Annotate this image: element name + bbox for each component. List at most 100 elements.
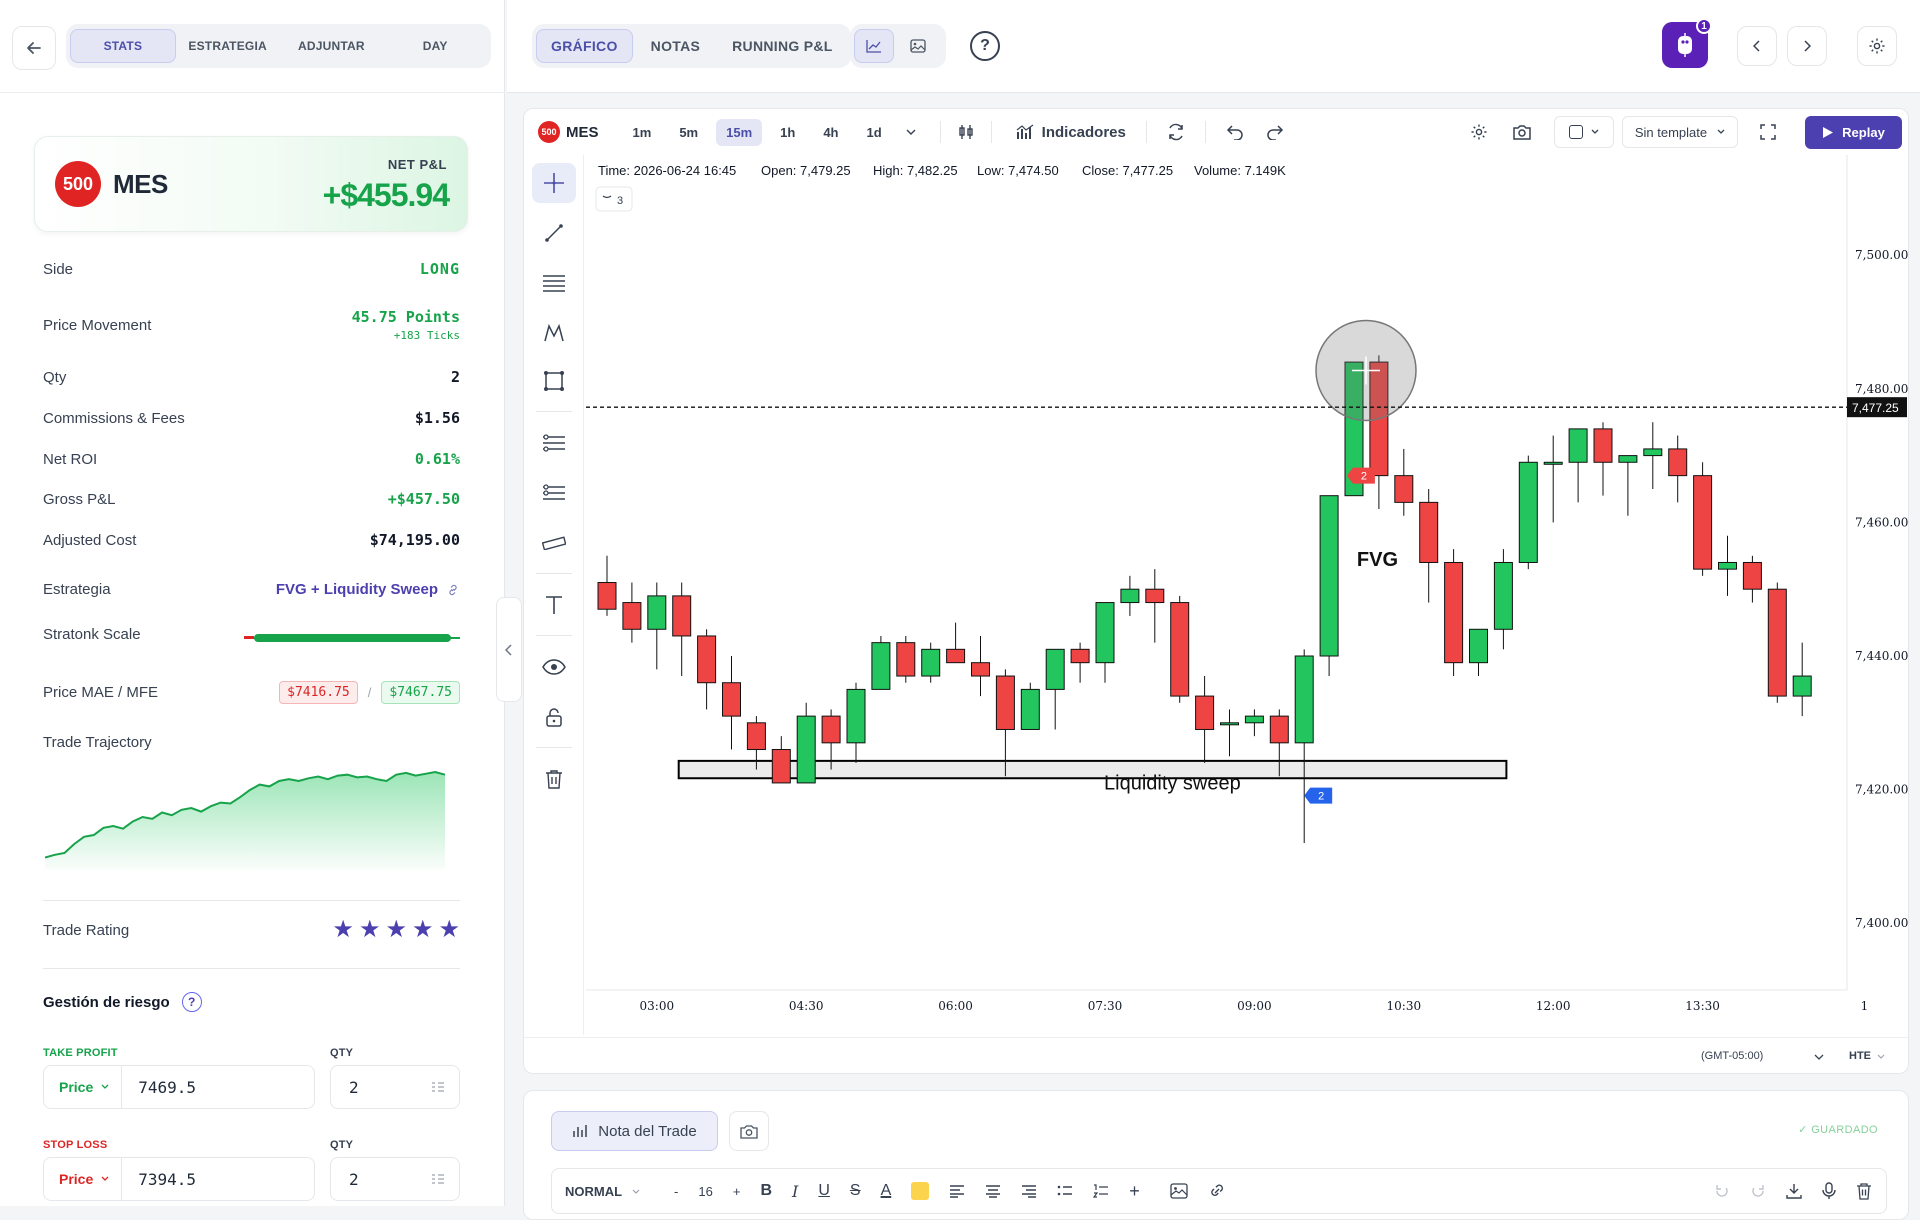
bot-button[interactable]: 1 bbox=[1662, 18, 1712, 68]
star-icon[interactable]: ★ bbox=[438, 918, 460, 942]
star-icon[interactable]: ★ bbox=[412, 918, 434, 942]
font-size-decrease[interactable]: - bbox=[674, 1184, 678, 1199]
line-chart-mode-button[interactable] bbox=[854, 29, 894, 63]
tab-day[interactable]: DAY bbox=[383, 29, 487, 63]
timeframe-list: 1m 5m 15m 1h 4h 1d bbox=[623, 118, 892, 146]
next-trade-button[interactable] bbox=[1787, 26, 1827, 66]
chevron-down-icon[interactable] bbox=[1814, 1054, 1824, 1060]
highlight-color-button[interactable] bbox=[911, 1182, 930, 1200]
star-icon[interactable]: ★ bbox=[359, 918, 381, 942]
undo-icon[interactable] bbox=[1226, 124, 1244, 140]
y-tick-label: 7,440.00 bbox=[1855, 649, 1908, 663]
link-icon[interactable] bbox=[1208, 1182, 1226, 1200]
timeframe-15m[interactable]: 15m bbox=[716, 118, 763, 146]
star-icon[interactable]: ★ bbox=[332, 918, 354, 942]
trade-note-button[interactable]: Nota del Trade bbox=[551, 1111, 718, 1151]
indicator-collapse-chip[interactable] bbox=[595, 186, 633, 212]
row-strategy: Estrategia FVG + Liquidity Sweep bbox=[43, 581, 460, 598]
candle-body bbox=[1643, 448, 1663, 457]
entry-marker-count: 2 bbox=[1318, 791, 1324, 803]
ohlc-close: Close: 7,477.25 bbox=[1082, 163, 1173, 178]
numbered-list-icon[interactable] bbox=[1093, 1184, 1109, 1198]
qty-value: 2 bbox=[450, 368, 460, 386]
candle-body bbox=[722, 682, 741, 717]
timeframe-1d[interactable]: 1d bbox=[856, 119, 891, 146]
session-select[interactable]: HTE bbox=[1849, 1050, 1885, 1062]
tp-qty-field[interactable]: 2 bbox=[330, 1065, 460, 1109]
chart-symbol[interactable]: 500 MES bbox=[538, 121, 599, 143]
star-icon[interactable]: ★ bbox=[385, 918, 407, 942]
sl-qty-value: 2 bbox=[349, 1169, 359, 1189]
tab-grafico[interactable]: GRÁFICO bbox=[536, 29, 633, 63]
settings-button[interactable] bbox=[1857, 26, 1897, 66]
microphone-icon[interactable] bbox=[1822, 1182, 1836, 1200]
candle-body bbox=[1070, 648, 1090, 664]
candle-body bbox=[1469, 628, 1488, 664]
tab-notas[interactable]: NOTAS bbox=[637, 29, 714, 63]
bold-button[interactable]: B bbox=[760, 1182, 772, 1200]
candle-body bbox=[1170, 602, 1190, 697]
strategy-link[interactable]: FVG + Liquidity Sweep bbox=[276, 581, 460, 598]
back-button[interactable] bbox=[12, 26, 56, 70]
note-screenshot-button[interactable] bbox=[729, 1111, 769, 1151]
strikethrough-button[interactable]: S bbox=[850, 1182, 861, 1200]
indicators-button[interactable]: Indicadores bbox=[1016, 124, 1126, 141]
chevron-right-icon bbox=[1804, 40, 1811, 52]
collapse-panel-button[interactable] bbox=[496, 597, 522, 702]
sl-qty-field[interactable]: 2 bbox=[330, 1157, 460, 1201]
help-icon[interactable]: ? bbox=[181, 992, 202, 1012]
tp-price-input[interactable]: 7469.5 bbox=[122, 1078, 196, 1097]
help-button[interactable]: ? bbox=[970, 31, 1000, 61]
align-center-icon[interactable] bbox=[985, 1184, 1001, 1198]
trash-icon[interactable] bbox=[1856, 1182, 1872, 1200]
camera-icon[interactable] bbox=[1512, 123, 1532, 141]
image-icon[interactable] bbox=[1170, 1183, 1188, 1199]
undo-icon[interactable] bbox=[1714, 1183, 1730, 1199]
download-icon[interactable] bbox=[1786, 1183, 1802, 1199]
redo-icon[interactable] bbox=[1750, 1183, 1766, 1199]
insert-button[interactable]: + bbox=[1129, 1181, 1140, 1202]
trade-trajectory-chart bbox=[45, 770, 446, 870]
tab-adjuntar[interactable]: ADJUNTAR bbox=[280, 29, 384, 63]
redo-icon[interactable] bbox=[1266, 124, 1284, 140]
tp-mode-select[interactable]: Price bbox=[44, 1066, 123, 1108]
tab-stats[interactable]: STATS bbox=[70, 29, 176, 63]
chart-settings-icon[interactable] bbox=[1470, 123, 1488, 141]
align-right-icon[interactable] bbox=[1021, 1184, 1037, 1198]
image-mode-button[interactable] bbox=[898, 29, 938, 63]
prev-trade-button[interactable] bbox=[1737, 26, 1777, 66]
candle bbox=[896, 635, 916, 683]
timeframe-4h[interactable]: 4h bbox=[813, 119, 848, 146]
ohlc-low: Low: 7,474.50 bbox=[977, 163, 1059, 178]
trade-rating-stars[interactable]: ★ ★ ★ ★ ★ bbox=[332, 918, 460, 942]
timeframe-5m[interactable]: 5m bbox=[669, 119, 708, 146]
mfe-value: $7467.75 bbox=[381, 681, 460, 704]
align-left-icon[interactable] bbox=[949, 1184, 965, 1198]
notification-count: 1 bbox=[1696, 18, 1712, 34]
replay-button[interactable]: Replay bbox=[1805, 116, 1902, 149]
text-style-select[interactable]: NORMAL bbox=[565, 1184, 640, 1199]
font-size-increase[interactable]: + bbox=[733, 1184, 741, 1199]
candlestick-chart[interactable]: Time: 2026-06-24 16:45 Open: 7,479.25 High… bbox=[524, 155, 1910, 1037]
fvg-annotation[interactable]: FVG bbox=[1357, 549, 1398, 571]
font-size-value[interactable]: 16 bbox=[698, 1184, 712, 1199]
liquidity-sweep-annotation[interactable]: Liquidity sweep bbox=[1104, 773, 1241, 795]
candle-body bbox=[1095, 602, 1115, 664]
text-color-button[interactable]: A bbox=[881, 1182, 892, 1200]
timeframe-1h[interactable]: 1h bbox=[770, 119, 805, 146]
drawing-style-select[interactable] bbox=[1554, 116, 1614, 148]
fullscreen-icon[interactable] bbox=[1760, 124, 1776, 140]
underline-button[interactable]: U bbox=[818, 1182, 830, 1200]
tp-qty-label: QTY bbox=[330, 1047, 354, 1059]
sl-mode-select[interactable]: Price bbox=[44, 1158, 123, 1200]
refresh-icon[interactable] bbox=[1167, 123, 1185, 141]
template-select[interactable]: Sin template bbox=[1622, 116, 1738, 148]
tab-estrategia[interactable]: ESTRATEGIA bbox=[176, 29, 280, 63]
italic-button[interactable]: I bbox=[792, 1182, 798, 1201]
candle-type-icon[interactable] bbox=[957, 123, 975, 141]
sl-price-input[interactable]: 7394.5 bbox=[122, 1170, 196, 1189]
chevron-down-icon[interactable] bbox=[906, 129, 916, 135]
timeframe-1m[interactable]: 1m bbox=[623, 119, 662, 146]
bullet-list-icon[interactable] bbox=[1057, 1184, 1073, 1198]
tab-running-pnl[interactable]: RUNNING P&L bbox=[718, 29, 847, 63]
